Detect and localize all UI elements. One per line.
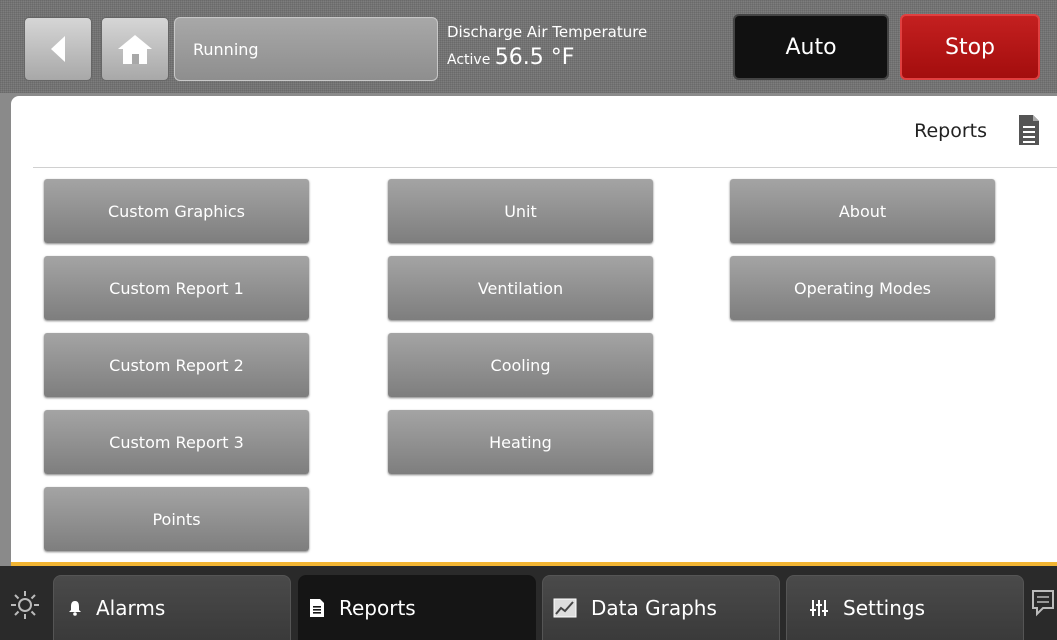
bottom-nav: Alarms Reports Data Graphs Settings [0, 566, 1057, 640]
tab-reports[interactable]: Reports [298, 575, 536, 640]
tab-label: Data Graphs [591, 596, 717, 620]
page-title: Reports [914, 120, 987, 142]
divider [33, 167, 1057, 168]
heating-button[interactable]: Heating [388, 410, 653, 474]
button-label: Cooling [490, 355, 551, 375]
tab-alarms[interactable]: Alarms [53, 575, 291, 640]
about-button[interactable]: About [730, 179, 995, 243]
chart-icon [553, 598, 577, 618]
tab-label: Reports [339, 596, 416, 620]
tab-label: Alarms [96, 596, 166, 620]
tab-data-graphs[interactable]: Data Graphs [542, 575, 780, 640]
custom-graphics-button[interactable]: Custom Graphics [44, 179, 309, 243]
top-bar: Running Discharge Air Temperature Active… [0, 0, 1057, 93]
ventilation-button[interactable]: Ventilation [388, 256, 653, 320]
button-label: Ventilation [477, 278, 564, 298]
reports-panel: Reports Custom Graphics Custom Report 1 … [11, 96, 1057, 564]
button-label: Operating Modes [793, 278, 931, 298]
tab-settings[interactable]: Settings [786, 575, 1024, 640]
button-label: Points [152, 509, 201, 529]
auto-button[interactable]: Auto [733, 14, 889, 80]
stop-button[interactable]: Stop [900, 14, 1040, 80]
stop-label: Stop [944, 34, 995, 60]
button-label: Custom Graphics [107, 201, 246, 221]
auto-label: Auto [785, 34, 837, 60]
button-label: About [838, 201, 887, 221]
button-label: Heating [489, 432, 552, 452]
home-button[interactable] [101, 17, 169, 81]
document-icon [1018, 114, 1040, 150]
status-display[interactable]: Running [174, 17, 438, 81]
operating-modes-button[interactable]: Operating Modes [730, 256, 995, 320]
chat-icon[interactable] [1031, 588, 1055, 622]
cooling-button[interactable]: Cooling [388, 333, 653, 397]
tab-label: Settings [843, 596, 926, 620]
button-label: Custom Report 3 [109, 432, 244, 452]
temperature-readout: Active 56.5 °F [447, 45, 574, 70]
points-button[interactable]: Points [44, 487, 309, 551]
bell-icon [68, 600, 82, 616]
temperature-state: Active [447, 52, 491, 68]
sliders-icon [809, 598, 829, 618]
back-button[interactable] [24, 17, 92, 81]
custom-report-2-button[interactable]: Custom Report 2 [44, 333, 309, 397]
button-label: Custom Report 2 [109, 355, 244, 375]
button-label: Unit [504, 201, 537, 221]
temperature-label: Discharge Air Temperature [447, 23, 648, 41]
home-icon [118, 35, 152, 64]
brightness-icon[interactable] [10, 590, 40, 624]
custom-report-1-button[interactable]: Custom Report 1 [44, 256, 309, 320]
button-label: Custom Report 1 [109, 278, 244, 298]
custom-report-3-button[interactable]: Custom Report 3 [44, 410, 309, 474]
back-arrow-icon [51, 36, 65, 62]
document-icon [309, 598, 325, 618]
status-text: Running [193, 39, 259, 59]
temperature-value: 56.5 °F [494, 45, 575, 70]
unit-button[interactable]: Unit [388, 179, 653, 243]
